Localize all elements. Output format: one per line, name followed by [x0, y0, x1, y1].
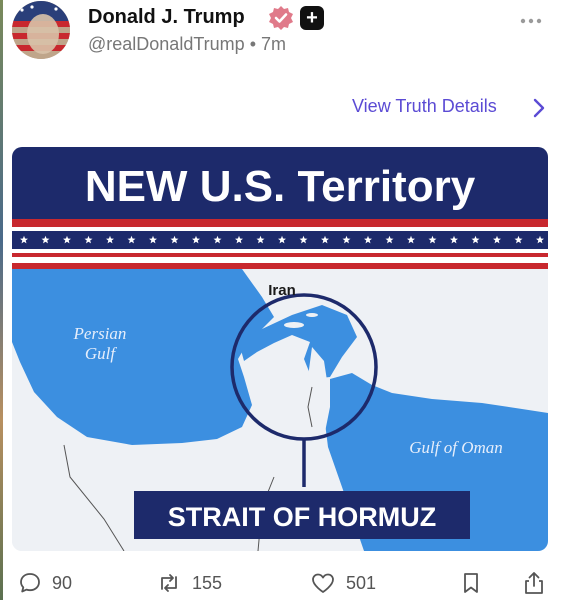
author-handle-line[interactable]: @realDonaldTrump • 7m: [88, 34, 286, 55]
reply-count: 90: [52, 572, 73, 593]
bookmark-icon: [460, 571, 482, 595]
reply-icon: [18, 571, 42, 595]
verified-badge-icon: [268, 5, 294, 31]
chevron-right-icon[interactable]: [530, 96, 548, 120]
banner-red-stripe: [12, 219, 548, 227]
view-truth-details-link[interactable]: View Truth Details: [352, 96, 497, 117]
callout-strait-of-hormuz: STRAIT OF HORMUZ: [168, 502, 436, 532]
ellipsis-icon[interactable]: [516, 14, 546, 34]
share-icon: [522, 570, 546, 596]
retruth-icon: [156, 571, 182, 595]
avatar[interactable]: [12, 1, 70, 59]
post-image[interactable]: NEW U.S. Territory Iran Persian Gulf Gul…: [12, 147, 548, 551]
author-handle: @realDonaldTrump: [88, 34, 245, 54]
like-count: 501: [346, 572, 377, 593]
label-persian-gulf-line2: Gulf: [85, 344, 118, 363]
plus-badge-icon: +: [300, 6, 324, 30]
avatar-image: [12, 1, 70, 59]
share-button[interactable]: [522, 566, 546, 600]
label-persian-gulf-line1: Persian: [73, 324, 127, 343]
action-bar: 90 155 501: [0, 566, 575, 600]
left-edge-strip: [0, 0, 3, 600]
reply-button[interactable]: 90: [18, 566, 72, 600]
heart-icon: [310, 571, 336, 595]
post-time: 7m: [261, 34, 287, 54]
retruth-count: 155: [192, 572, 223, 593]
retruth-button[interactable]: 155: [156, 566, 222, 600]
separator-dot: •: [249, 34, 256, 54]
banner-title: NEW U.S. Territory: [85, 162, 476, 211]
label-gulf-of-oman: Gulf of Oman: [409, 438, 503, 457]
bookmark-button[interactable]: [460, 566, 482, 600]
label-iran: Iran: [268, 282, 296, 299]
author-name[interactable]: Donald J. Trump: [88, 6, 245, 29]
like-button[interactable]: 501: [310, 566, 376, 600]
